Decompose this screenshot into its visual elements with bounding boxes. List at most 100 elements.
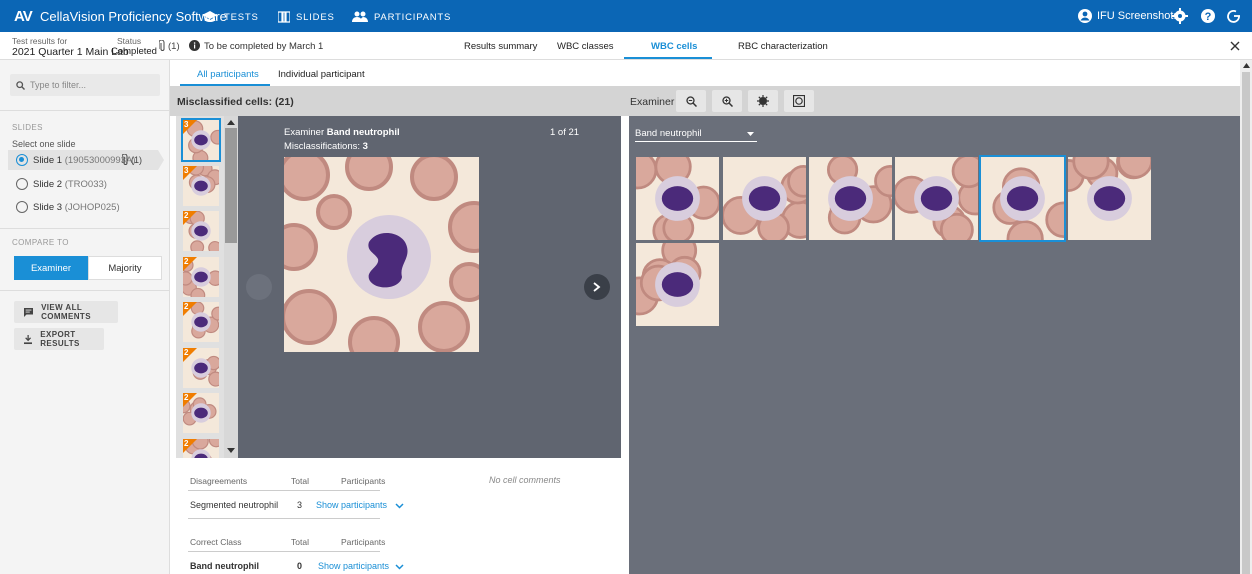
show-participants-link[interactable]: Show participants [318, 561, 389, 571]
filter-input[interactable]: Type to filter... [10, 74, 160, 96]
zoom-in-button[interactable] [712, 90, 742, 112]
active-tab-indicator [624, 57, 712, 59]
brightness-icon [757, 95, 769, 107]
cell-thumbnail[interactable]: 2 [183, 211, 219, 251]
gallery-cell-image[interactable] [636, 243, 719, 326]
cell-counter: 1 of 21 [550, 127, 580, 138]
svg-text:?: ? [1205, 11, 1212, 23]
no-comments-text: No cell comments [489, 475, 561, 485]
slides-heading: SLIDES [12, 123, 43, 132]
cell-thumbnail[interactable]: 2 [183, 347, 219, 388]
divider [0, 110, 169, 111]
comment-icon [24, 307, 34, 317]
next-cell-button[interactable] [584, 274, 610, 300]
gallery-cell-image[interactable] [895, 157, 978, 240]
page-scroll-thumb[interactable] [1242, 72, 1250, 574]
slide-2-label[interactable]: Slide 2 (TRO033) [33, 179, 107, 190]
count-badge: 2 [183, 211, 197, 225]
chevron-right-icon [593, 282, 601, 292]
badge-count: 2 [184, 211, 189, 220]
tab-wbc-cells[interactable]: WBC cells [651, 41, 697, 52]
main-cell-image [284, 157, 479, 352]
tab-rbc-characterization[interactable]: RBC characterization [738, 41, 828, 52]
badge-count: 2 [184, 347, 189, 357]
divider [188, 518, 380, 519]
compare-heading: COMPARE TO [12, 238, 69, 247]
view-all-comments-button[interactable]: VIEW ALL COMMENTS [14, 301, 118, 323]
chevron-down-icon[interactable] [395, 564, 404, 570]
cell-thumbnail[interactable]: 3 [183, 165, 219, 206]
cell-thumbnail[interactable]: 2 [183, 302, 219, 342]
help-icon[interactable]: ? [1200, 8, 1216, 24]
slide-1-label: Slide 1 (19053000993A) [33, 155, 136, 166]
thumbnail-scroll-thumb[interactable] [225, 128, 237, 243]
count-badge: 2 [183, 393, 197, 407]
nav-slides[interactable]: SLIDES [278, 11, 335, 23]
paperclip-icon [159, 40, 165, 51]
gear-icon[interactable] [1172, 8, 1188, 24]
cell-thumbnail[interactable]: 2 [183, 256, 219, 297]
info-icon [189, 40, 200, 51]
scroll-down-icon[interactable] [227, 448, 235, 454]
slide-2-radio[interactable] [16, 178, 28, 190]
slide-3-radio[interactable] [16, 201, 28, 213]
compare-examiner-button[interactable]: Examiner [14, 256, 88, 280]
count-badge: 2 [183, 347, 197, 362]
show-participants-link[interactable]: Show participants [316, 500, 387, 510]
compare-majority-button[interactable]: Majority [88, 256, 162, 280]
people-icon [352, 11, 368, 22]
nav-tests[interactable]: TESTS [202, 11, 259, 23]
tab-wbc-classes[interactable]: WBC classes [557, 41, 613, 52]
subtab-all-participants[interactable]: All participants [197, 69, 259, 80]
count-badge: 2 [183, 302, 197, 316]
due-date: To be completed by March 1 [204, 41, 324, 52]
scroll-up-icon[interactable] [227, 119, 235, 125]
top-bar: AV CellaVision Proficiency Software TEST… [0, 0, 1252, 32]
disagreement-class: Segmented neutrophil [190, 500, 279, 510]
export-results-button[interactable]: EXPORT RESULTS [14, 328, 104, 350]
paperclip-icon [122, 154, 128, 165]
prev-cell-button[interactable] [246, 274, 272, 300]
chevron-down-icon[interactable] [395, 503, 404, 509]
close-icon[interactable] [1230, 41, 1240, 51]
select-slide-label: Select one slide [12, 139, 76, 149]
gallery-cell-image[interactable] [636, 157, 719, 240]
logout-icon[interactable] [1226, 8, 1242, 24]
badge-count: 3 [184, 165, 189, 175]
gallery-cell-image[interactable] [1068, 157, 1151, 240]
status-label: Status [117, 36, 142, 46]
gallery-cell-image[interactable] [723, 157, 806, 240]
tab-results-summary[interactable]: Results summary [464, 41, 537, 52]
chevron-down-icon [747, 132, 754, 136]
test-label: Test results for [12, 36, 68, 46]
slide-1-radio[interactable] [16, 154, 28, 166]
badge-count: 2 [184, 302, 189, 311]
examiner-label: Examiner [630, 96, 675, 108]
correct-class: Band neutrophil [190, 561, 259, 571]
reset-view-button[interactable] [784, 90, 814, 112]
app-logo: AV [14, 8, 33, 25]
nav-participants[interactable]: PARTICIPANTS [352, 11, 451, 23]
total-header: Total [291, 537, 309, 547]
slide-1-attachments[interactable]: (1) [122, 154, 142, 166]
test-header [0, 32, 1252, 60]
gallery-cell-image[interactable] [979, 155, 1066, 242]
scroll-up-icon[interactable] [1243, 63, 1250, 68]
examiner-class: Examiner Band neutrophil [284, 127, 400, 138]
status-value: Completed [111, 46, 157, 57]
zoom-out-button[interactable] [676, 90, 706, 112]
graduation-cap-icon [202, 11, 217, 22]
app-title: CellaVision Proficiency Software [40, 9, 227, 24]
gallery-cell-image[interactable] [809, 157, 892, 240]
count-badge: 3 [183, 120, 197, 134]
brightness-button[interactable] [748, 90, 778, 112]
subtab-individual-participant[interactable]: Individual participant [278, 69, 365, 80]
badge-count: 2 [184, 393, 189, 402]
reset-icon [793, 95, 805, 107]
attachments-count[interactable]: (1) [159, 40, 180, 52]
cell-thumbnail[interactable]: 3 [181, 118, 221, 162]
class-select[interactable]: Band neutrophil [635, 127, 757, 142]
slide-3-label[interactable]: Slide 3 (JOHOP025) [33, 202, 120, 213]
cell-thumbnail[interactable]: 2 [183, 393, 219, 433]
user-menu[interactable]: IFU Screenshots [1078, 9, 1179, 23]
